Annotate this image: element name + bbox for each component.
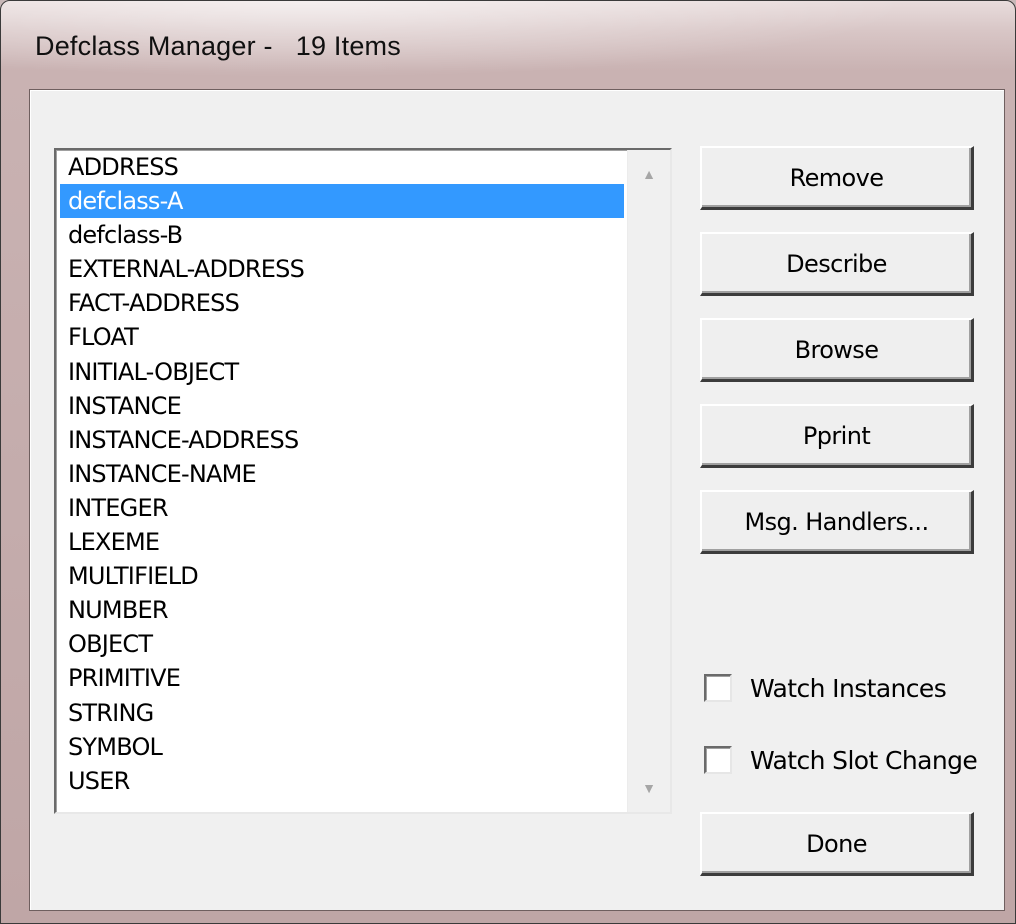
browse-button[interactable]: Browse — [700, 318, 974, 382]
defclass-manager-window: Defclass Manager - 19 Items ADDRESS defcl… — [0, 0, 1016, 924]
dialog-client-area: ADDRESS defclass-A defclass-B EXTERNAL-ADDR… — [29, 89, 1005, 911]
window-title: Defclass Manager - 19 Items — [35, 31, 401, 61]
list-item[interactable]: PRIMITIVE — [60, 661, 624, 695]
watch-slot-change-checkbox[interactable] — [704, 746, 732, 774]
defclass-list: ADDRESS defclass-A defclass-B EXTERNAL-ADDR… — [60, 150, 624, 798]
list-item[interactable]: defclass-B — [60, 218, 624, 252]
list-item[interactable]: ADDRESS — [60, 150, 624, 184]
list-scrollbar[interactable]: ▲ ▼ — [627, 150, 670, 812]
list-item[interactable]: INSTANCE-ADDRESS — [60, 423, 624, 457]
watch-instances-label: Watch Instances — [750, 673, 947, 703]
list-item[interactable]: LEXEME — [60, 525, 624, 559]
list-item[interactable]: FACT-ADDRESS — [60, 286, 624, 320]
scroll-down-arrow-icon[interactable]: ▼ — [628, 768, 670, 808]
list-item[interactable]: SYMBOL — [60, 730, 624, 764]
describe-button[interactable]: Describe — [700, 232, 974, 296]
list-item[interactable]: INITIAL-OBJECT — [60, 355, 624, 389]
list-item[interactable]: MULTIFIELD — [60, 559, 624, 593]
watch-instances-checkbox[interactable] — [704, 674, 732, 702]
defclass-listbox[interactable]: ADDRESS defclass-A defclass-B EXTERNAL-ADDR… — [54, 148, 672, 814]
list-item[interactable]: OBJECT — [60, 627, 624, 661]
list-item[interactable]: STRING — [60, 696, 624, 730]
msg-handlers-button[interactable]: Msg. Handlers... — [700, 490, 974, 554]
list-item[interactable]: EXTERNAL-ADDRESS — [60, 252, 624, 286]
remove-button[interactable]: Remove — [700, 146, 974, 210]
list-item[interactable]: INSTANCE-NAME — [60, 457, 624, 491]
list-item[interactable]: FLOAT — [60, 320, 624, 354]
list-item[interactable]: USER — [60, 764, 624, 798]
list-item-selected[interactable]: defclass-A — [60, 184, 624, 219]
pprint-button[interactable]: Pprint — [700, 404, 974, 468]
watch-slot-change-label: Watch Slot Change — [750, 745, 978, 775]
list-item[interactable]: NUMBER — [60, 593, 624, 627]
list-item[interactable]: INTEGER — [60, 491, 624, 525]
watch-slot-change-option[interactable]: Watch Slot Change — [704, 742, 978, 778]
watch-instances-option[interactable]: Watch Instances — [704, 670, 947, 706]
scroll-up-arrow-icon[interactable]: ▲ — [628, 154, 670, 194]
list-item[interactable]: INSTANCE — [60, 389, 624, 423]
done-button[interactable]: Done — [700, 812, 974, 876]
